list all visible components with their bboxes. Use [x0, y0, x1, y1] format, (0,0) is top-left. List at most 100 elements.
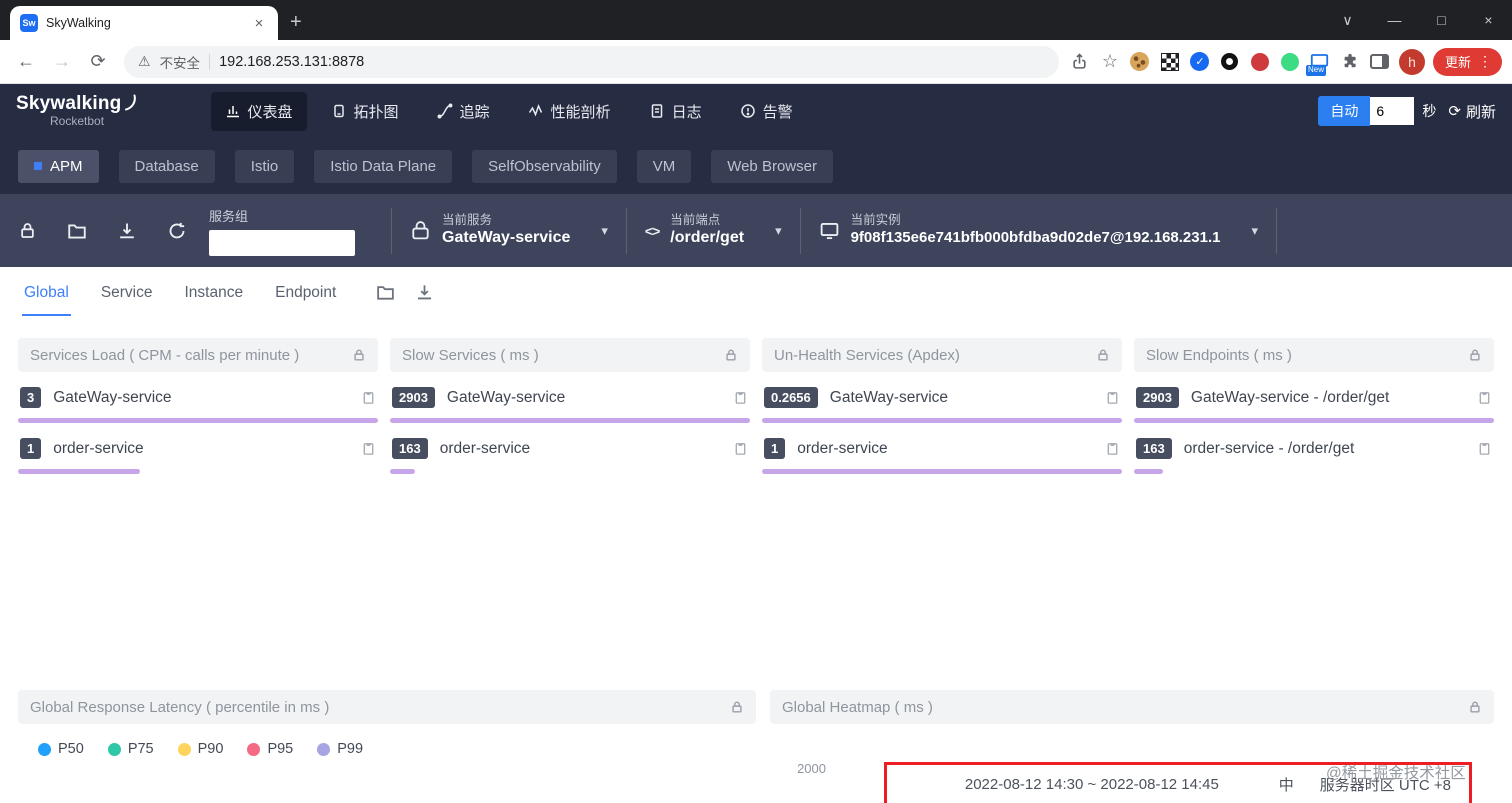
- lock-icon[interactable]: [1468, 700, 1482, 714]
- not-secure-warning-icon[interactable]: ⚠: [138, 53, 151, 70]
- auto-refresh-button[interactable]: 自动: [1318, 96, 1371, 126]
- metric-row[interactable]: 1 order-service: [762, 438, 1122, 474]
- reload-icon[interactable]: ⟳: [82, 46, 114, 78]
- refresh-icon: ⟳: [1448, 103, 1461, 120]
- current-service-selector[interactable]: 当前服务 GateWay-service ▾: [410, 213, 608, 249]
- language-toggle[interactable]: 中: [1279, 774, 1294, 795]
- legend-item-p99[interactable]: P99: [317, 741, 363, 757]
- folder-icon[interactable]: [67, 221, 87, 241]
- browser-menu-dots-icon[interactable]: ⋮: [1478, 53, 1492, 70]
- tab-global[interactable]: Global: [22, 269, 71, 316]
- url-text[interactable]: 192.168.253.131:8878: [219, 54, 364, 70]
- ring-extension-icon[interactable]: [1219, 51, 1241, 73]
- subnav-item-vm[interactable]: VM: [636, 149, 692, 183]
- metric-row[interactable]: 0.2656 GateWay-service: [762, 387, 1122, 423]
- clipboard-icon[interactable]: [1105, 441, 1120, 456]
- new-window-extension-icon[interactable]: New: [1305, 51, 1331, 76]
- lock-icon[interactable]: [352, 348, 366, 362]
- android-extension-icon[interactable]: [1279, 51, 1301, 73]
- metric-row[interactable]: 163 order-service - /order/get: [1134, 438, 1494, 474]
- window-maximize-button[interactable]: □: [1418, 12, 1465, 28]
- new-badge-label: New: [1305, 65, 1326, 76]
- card-title: Global Response Latency ( percentile in …: [30, 698, 330, 716]
- nav-item-trace[interactable]: 追踪: [423, 92, 504, 131]
- current-instance-selector[interactable]: 当前实例 9f08f135e6e741bfb000bfdba9d02de7@19…: [819, 213, 1258, 247]
- clipboard-icon[interactable]: [361, 441, 376, 456]
- subnav-item-istio-data-plane[interactable]: Istio Data Plane: [314, 149, 453, 183]
- clipboard-icon[interactable]: [1477, 390, 1492, 405]
- nav-item-log[interactable]: 日志: [635, 92, 716, 131]
- window-close-button[interactable]: ×: [1465, 12, 1512, 28]
- tab-instance[interactable]: Instance: [183, 269, 246, 316]
- browser-tab[interactable]: Sw SkyWalking ×: [10, 6, 278, 40]
- legend-dot: [177, 742, 191, 756]
- clipboard-icon[interactable]: [733, 390, 748, 405]
- time-range-value[interactable]: 2022-08-12 14:30 ~ 2022-08-12 14:45: [905, 776, 1279, 793]
- red-extension-icon[interactable]: [1249, 51, 1271, 73]
- clipboard-icon[interactable]: [733, 441, 748, 456]
- import-download-icon[interactable]: [117, 221, 137, 241]
- bookmark-star-icon[interactable]: ☆: [1099, 51, 1121, 73]
- nav-item-dashboard[interactable]: 仪表盘: [210, 91, 307, 131]
- refresh-button[interactable]: ⟳ 刷新: [1448, 101, 1496, 122]
- back-icon[interactable]: ←: [10, 46, 42, 78]
- qr-extension-icon[interactable]: [1159, 51, 1181, 73]
- refresh-interval-input[interactable]: [1370, 97, 1415, 125]
- edit-lock-icon[interactable]: [18, 221, 37, 240]
- legend-item-p95[interactable]: P95: [247, 741, 293, 757]
- service-group-selector: 服务组: [209, 206, 355, 256]
- chevron-down-icon[interactable]: ▾: [1251, 223, 1258, 239]
- service-group-label: 服务组: [209, 208, 249, 224]
- skywalking-logo[interactable]: Skywalking Rocketbot: [16, 93, 137, 128]
- extensions-puzzle-icon[interactable]: [1339, 51, 1361, 73]
- subnav-item-istio[interactable]: Istio: [234, 149, 295, 183]
- clipboard-icon[interactable]: [1477, 441, 1492, 456]
- clipboard-icon[interactable]: [1105, 390, 1120, 405]
- metric-name: order-service - /order/get: [1183, 439, 1355, 457]
- service-group-input[interactable]: [209, 229, 355, 256]
- chrome-update-button[interactable]: 更新 ⋮: [1432, 47, 1502, 76]
- new-tab-button[interactable]: +: [290, 12, 302, 32]
- lock-icon[interactable]: [1096, 348, 1110, 362]
- window-minimize-button[interactable]: —: [1371, 12, 1418, 28]
- legend-item-p90[interactable]: P90: [177, 741, 223, 757]
- check-extension-icon[interactable]: ✓: [1189, 51, 1211, 73]
- profile-avatar[interactable]: h: [1398, 48, 1425, 75]
- address-bar[interactable]: ⚠ 不安全 192.168.253.131:8878: [124, 45, 1059, 78]
- side-panel-icon[interactable]: [1369, 51, 1391, 73]
- legend-item-p50[interactable]: P50: [38, 741, 84, 757]
- chevron-down-icon[interactable]: ▾: [601, 223, 608, 239]
- cookie-extension-icon[interactable]: [1129, 51, 1151, 73]
- chevron-down-icon[interactable]: ▾: [775, 223, 782, 239]
- lock-icon[interactable]: [730, 700, 744, 714]
- forward-icon[interactable]: →: [46, 46, 78, 78]
- metric-row[interactable]: 3 GateWay-service: [18, 387, 378, 423]
- lock-icon[interactable]: [1468, 348, 1482, 362]
- metric-bar: [18, 469, 141, 474]
- metric-row[interactable]: 1 order-service: [18, 438, 378, 474]
- current-endpoint-selector[interactable]: <> 当前端点 /order/get ▾: [645, 213, 782, 249]
- nav-item-profiling[interactable]: 性能剖析: [514, 92, 625, 131]
- tab-endpoint[interactable]: Endpoint: [273, 269, 338, 316]
- lock-icon[interactable]: [724, 348, 738, 362]
- toolbar-divider: [391, 207, 392, 254]
- sync-icon[interactable]: [167, 221, 187, 241]
- subnav-item-selfobservability[interactable]: SelfObservability: [472, 149, 617, 183]
- subnav-item-database[interactable]: Database: [118, 149, 215, 183]
- tabs-export-icon[interactable]: [415, 283, 434, 302]
- subnav-item-apm[interactable]: APM: [18, 149, 99, 183]
- metric-row[interactable]: 2903 GateWay-service - /order/get: [1134, 387, 1494, 423]
- nav-item-topology[interactable]: 拓扑图: [317, 92, 413, 131]
- subnav-item-web-browser[interactable]: Web Browser: [711, 149, 833, 183]
- nav-item-alarm[interactable]: 告警: [726, 92, 807, 131]
- current-endpoint-label: 当前端点: [670, 212, 721, 227]
- tabs-folder-icon[interactable]: [376, 283, 395, 302]
- tab-service[interactable]: Service: [99, 269, 155, 316]
- share-icon[interactable]: [1069, 51, 1091, 73]
- tab-list-chevron-icon[interactable]: ∨: [1324, 12, 1371, 29]
- metric-row[interactable]: 163 order-service: [390, 438, 750, 474]
- legend-item-p75[interactable]: P75: [107, 741, 154, 757]
- tab-close-icon[interactable]: ×: [250, 14, 268, 32]
- clipboard-icon[interactable]: [361, 390, 376, 405]
- metric-row[interactable]: 2903 GateWay-service: [390, 387, 750, 423]
